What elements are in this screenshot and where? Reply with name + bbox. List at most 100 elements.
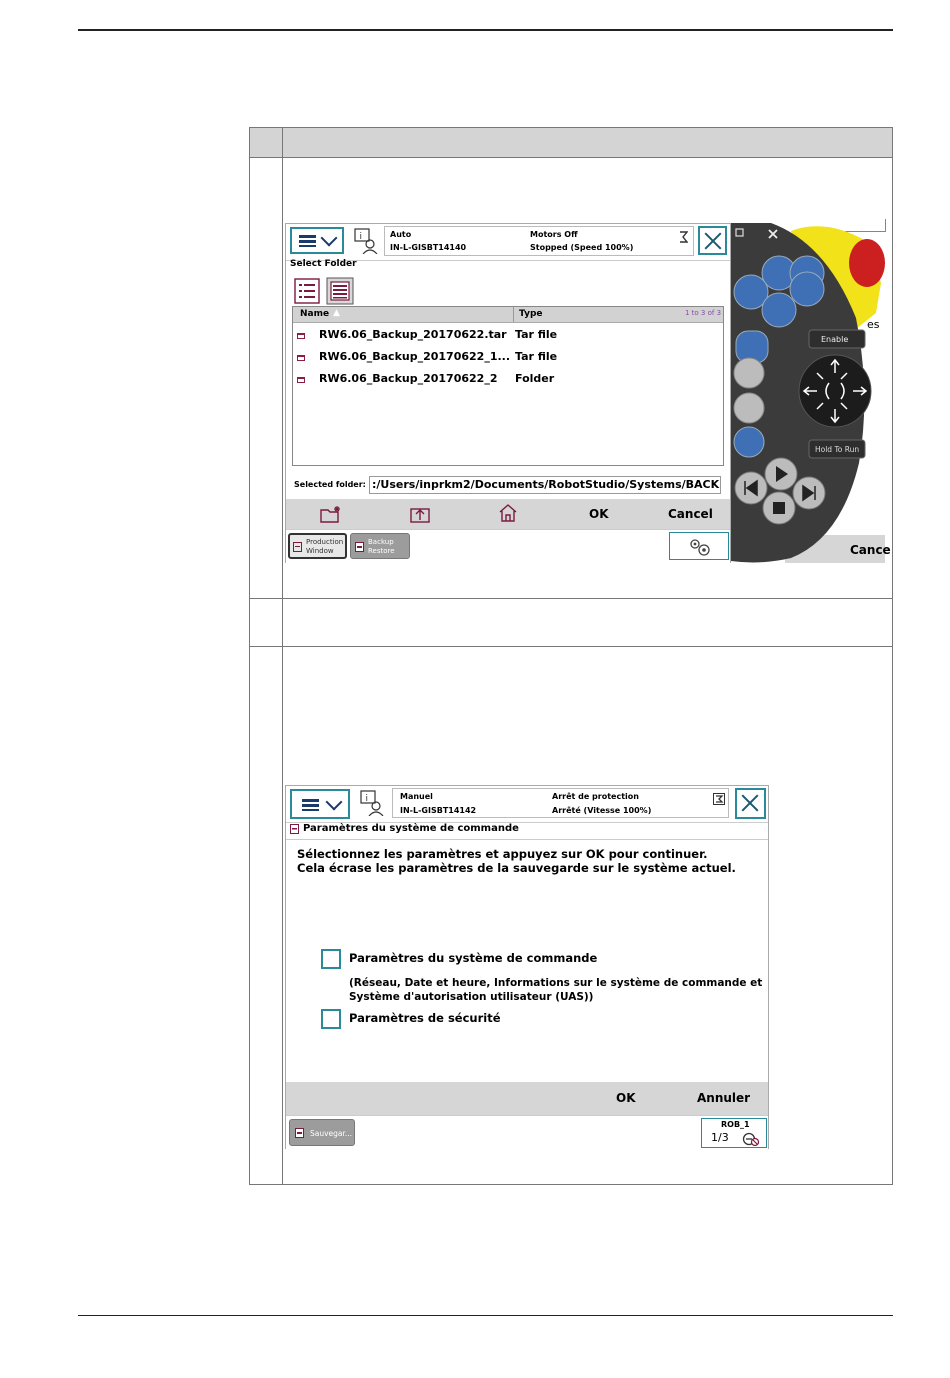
table-row-divider [250,646,892,647]
safety-settings-label: Paramètres de sécurité [349,1011,501,1025]
row-name: RW6.06_Backup_20170622_1... [319,350,511,363]
hold-to-run-label: Hold To Run [815,445,859,454]
main-menu-button[interactable] [290,227,344,254]
controller-settings-checkbox[interactable] [321,949,341,969]
row-type: Tar file [515,328,558,341]
top-bar: i Auto IN-L-GISBT14140 Motors Off Stoppe… [286,224,730,261]
main-menu-button[interactable] [290,789,350,819]
ok-button[interactable]: OK [589,507,609,521]
folder-icon [297,355,305,361]
motion-mode-key[interactable] [733,357,765,389]
svg-text:i: i [366,794,369,804]
gears-icon [690,539,710,556]
table-header [250,128,892,158]
cancel-button[interactable]: Cancel [668,507,713,521]
window-icon [293,542,302,552]
speed-icon [713,793,725,805]
bottom-rule [78,1315,893,1316]
backup-icon [295,1128,304,1138]
screen-title: Select Folder [290,259,357,269]
status-box: Auto IN-L-GISBT14140 Motors Off Stopped … [384,226,694,256]
instruction-line-1: Sélectionnez les paramètres et appuyez s… [297,847,708,861]
backup-icon [355,542,364,552]
stop-icon [773,502,785,514]
top-bar: i Manuel IN-L-GISBT14142 Arrêt de protec… [286,786,768,823]
close-button[interactable] [698,226,727,255]
hamburger-icon [302,799,319,811]
folder-icon [297,377,305,383]
increment-key[interactable] [733,392,765,424]
sort-ascending-icon: ▲ [333,308,340,318]
table-row-divider [250,598,892,599]
status-system: IN-L-GISBT14140 [390,243,467,252]
instruction-line-2: Cela écrase les paramètres de la sauvega… [297,861,736,875]
screen-title: Paramètres du système de commande [303,823,519,834]
backup-restore-task[interactable]: Backup Restore [350,533,410,559]
speed-icon [680,231,688,243]
operator-info-icon[interactable]: i [360,790,384,816]
quickset-button[interactable]: ROB_1 1/3 [701,1118,767,1148]
top-rule [78,29,893,31]
safety-settings-checkbox[interactable] [321,1009,341,1029]
operator-info-icon[interactable]: i [354,228,378,254]
status-box: Manuel IN-L-GISBT14142 Arrêt de protecti… [392,788,729,818]
controller-settings-detail: Système d'autorisation utilisateur (UAS)… [349,991,594,1003]
enable-label: Enable [821,335,848,344]
table-row[interactable]: RW6.06_Backup_20170622_2 Folder [293,369,723,391]
folder-up-icon[interactable] [410,505,430,523]
dash-key[interactable] [733,426,765,458]
selected-folder-label: Selected folder: [294,480,366,489]
increment-fraction: 1/3 [711,1131,729,1144]
row-type: Tar file [515,350,558,363]
quickset-button[interactable] [669,532,729,560]
title-divider [286,839,768,840]
status-mode: Auto [390,230,412,239]
task-label: Production [306,538,344,546]
bottom-toolbar: OK Annuler [286,1082,768,1115]
details-view-icon[interactable] [326,277,354,305]
task-label: Restore [368,547,395,555]
backup-task[interactable]: Sauvegar... [289,1119,355,1146]
new-folder-icon[interactable] [320,505,342,523]
status-state: Arrêté (Vitesse 100%) [552,806,652,815]
task-label: Window [306,547,334,555]
column-header-type[interactable]: Type [519,309,542,319]
table-row[interactable]: RW6.06_Backup_20170622_1... Tar file [293,347,723,369]
svg-text:i: i [360,232,363,242]
programmable-key-5[interactable] [761,292,797,328]
file-list: Name ▲ Type 1 to 3 of 3 RW6.06_Backup_20… [292,306,724,466]
programmable-key-4[interactable] [789,271,825,307]
list-view-icon[interactable] [294,278,320,304]
close-button[interactable] [735,788,766,819]
bottom-toolbar: OK Cancel [286,499,730,531]
hamburger-icon [299,235,316,247]
selected-folder-field[interactable]: :/Users/inprkm2/Documents/RobotStudio/Sy… [369,476,721,494]
emergency-stop-button[interactable] [849,239,885,287]
production-window-task[interactable]: Production Window [288,533,347,559]
folder-icon [297,333,305,339]
chevron-down-icon [320,229,338,247]
home-icon[interactable] [498,503,518,523]
row-name: RW6.06_Backup_20170622.tar [319,328,507,341]
item-count: 1 to 3 of 3 [685,309,722,317]
column-header-name[interactable]: Name [300,309,329,319]
chevron-down-icon [325,793,343,811]
status-state: Stopped (Speed 100%) [530,243,634,252]
backup-icon [290,824,299,834]
controller-settings-screenshot: i Manuel IN-L-GISBT14142 Arrêt de protec… [285,785,769,1150]
column-divider [513,307,514,322]
cancel-button[interactable]: Annuler [697,1091,750,1105]
task-bar: Production Window Backup Restore [286,529,730,563]
flexpendant-device: Enable Hold To Run [731,223,885,563]
controller-settings-label: Paramètres du système de commande [349,951,598,965]
row-type: Folder [515,372,555,385]
status-motors: Motors Off [530,230,578,239]
ok-button[interactable]: OK [616,1091,636,1105]
table-row[interactable]: RW6.06_Backup_20170622.tar Tar file [293,325,723,347]
status-mode: Manuel [400,792,433,801]
controller-settings-detail: (Réseau, Date et heure, Informations sur… [349,977,763,989]
flexpendant-window: i Auto IN-L-GISBT14140 Motors Off Stoppe… [285,223,731,563]
rob-label: ROB_1 [721,1120,750,1129]
list-header: Name ▲ Type 1 to 3 of 3 [293,307,723,323]
status-protection: Arrêt de protection [552,792,639,801]
